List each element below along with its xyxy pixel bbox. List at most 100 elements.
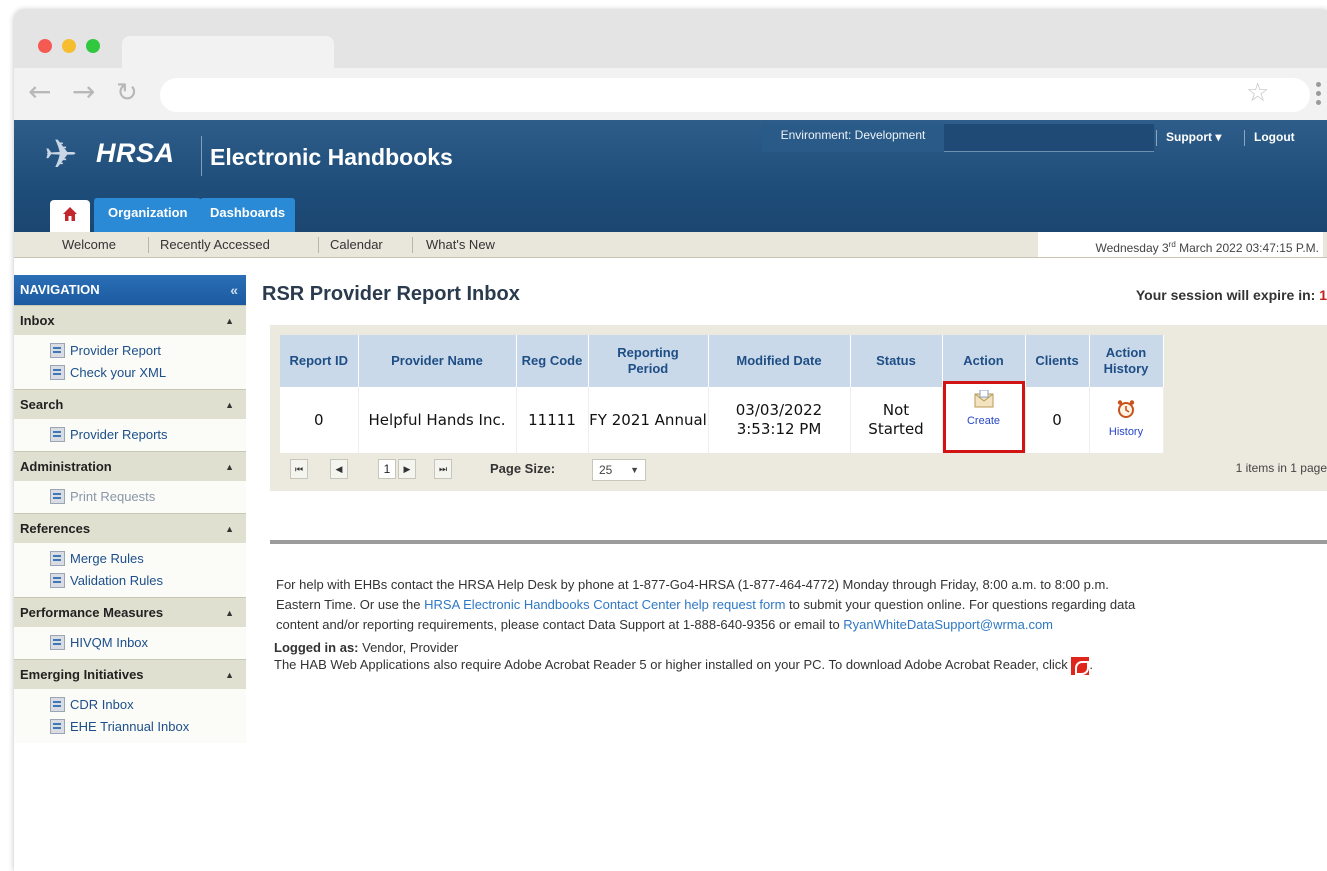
sidebar-item-provider-reports[interactable]: Provider Reports: [50, 425, 246, 447]
subnav-whats-new[interactable]: What's New: [426, 237, 495, 252]
section-links: CDR Inbox EHE Triannual Inbox: [14, 689, 246, 743]
document-icon: [50, 551, 65, 566]
sidebar-item-check-your-xml[interactable]: Check your XML: [50, 363, 246, 385]
subnav-welcome[interactable]: Welcome: [62, 237, 116, 252]
browser-menu-icon[interactable]: [1316, 82, 1322, 109]
maximize-window-button[interactable]: [86, 39, 100, 53]
acrobat-period: .: [1089, 657, 1093, 672]
current-page-number[interactable]: 1: [378, 459, 396, 479]
report-icon: [50, 489, 65, 504]
column-header-clients[interactable]: Clients: [1025, 335, 1090, 387]
next-page-button[interactable]: ▶: [398, 459, 416, 479]
section-links: Provider Reports: [14, 419, 246, 451]
subnav-divider: [148, 237, 149, 253]
column-header-modified-date[interactable]: Modified Date: [708, 335, 851, 387]
session-label: Your session will expire in:: [1135, 287, 1320, 303]
sidebar-section-administration[interactable]: Administration ▲: [14, 451, 246, 481]
session-timer: Your session will expire in: 1: [1136, 287, 1327, 303]
alarm-clock-icon: [1117, 399, 1135, 418]
date-ordinal: rd: [1168, 240, 1176, 249]
help-line: For help with EHBs contact the HRSA Help…: [276, 577, 1109, 592]
session-value: 1: [1319, 287, 1327, 303]
address-bar[interactable]: [160, 78, 1310, 112]
column-header-provider-name[interactable]: Provider Name: [358, 335, 517, 387]
help-text-part: content and/or reporting requirements, p…: [276, 617, 844, 632]
sidebar-section-inbox[interactable]: Inbox ▲: [14, 305, 246, 335]
browser-window: ← → ↻ ☆ ✈ HRSA Electronic Handbooks Envi…: [14, 10, 1327, 871]
collapse-sidebar-icon[interactable]: «: [230, 275, 238, 305]
sidebar-item-merge-rules[interactable]: Merge Rules: [50, 549, 246, 571]
subnav-recently-accessed[interactable]: Recently Accessed: [160, 237, 270, 252]
section-title: Emerging Initiatives: [20, 667, 144, 682]
page-size-select[interactable]: 25 ▼: [592, 459, 646, 481]
forward-arrow-icon[interactable]: →: [72, 78, 95, 106]
sidebar-item-cdr-inbox[interactable]: CDR Inbox: [50, 695, 246, 717]
data-support-email-link[interactable]: RyanWhiteDataSupport@wrma.com: [843, 617, 1053, 632]
column-header-report-id[interactable]: Report ID: [280, 335, 359, 387]
history-label: History: [1108, 425, 1144, 438]
report-icon: [50, 697, 65, 712]
help-text: For help with EHBs contact the HRSA Help…: [276, 575, 1327, 635]
bookmark-star-icon[interactable]: ☆: [1246, 80, 1269, 106]
browser-tab[interactable]: [122, 36, 334, 70]
adobe-pdf-icon[interactable]: [1071, 656, 1090, 675]
logo-divider: [201, 136, 202, 176]
report-grid: Report ID Provider Name Reg Code Reporti…: [270, 325, 1327, 491]
home-tab[interactable]: [50, 200, 90, 232]
sidebar-item-hivqm-inbox[interactable]: HIVQM Inbox: [50, 633, 246, 655]
app-header: ✈ HRSA Electronic Handbooks Environment:…: [14, 120, 1327, 232]
sidebar-title: NAVIGATION: [20, 282, 100, 297]
close-window-button[interactable]: [38, 39, 52, 53]
column-header-status[interactable]: Status: [850, 335, 943, 387]
create-action-button[interactable]: Create: [942, 381, 1025, 453]
sidebar-item-provider-report[interactable]: Provider Report: [50, 341, 246, 363]
sidebar-section-emerging-initiatives[interactable]: Emerging Initiatives ▲: [14, 659, 246, 689]
caret-up-icon: ▲: [225, 316, 234, 326]
report-icon: [50, 719, 65, 734]
tab-organization[interactable]: Organization: [94, 198, 202, 232]
acrobat-line: The HAB Web Applications also require Ad…: [274, 656, 1093, 675]
cell-reporting-period: FY 2021 Annual: [588, 387, 709, 453]
link-label: Check your XML: [70, 365, 167, 380]
tab-dashboards[interactable]: Dashboards: [200, 198, 296, 232]
caret-up-icon: ▲: [225, 462, 234, 472]
cell-action-history: History: [1089, 387, 1164, 453]
first-page-button[interactable]: ⏮: [290, 459, 308, 479]
sidebar-item-print-requests[interactable]: Print Requests: [50, 487, 246, 509]
subnav-calendar[interactable]: Calendar: [330, 237, 383, 252]
section-title: Search: [20, 397, 64, 412]
table-row: 0 Helpful Hands Inc. 11111 FY 2021 Annua…: [280, 381, 1164, 453]
back-arrow-icon[interactable]: ←: [28, 78, 51, 106]
login-info: Logged in as: Vendor, Provider The HAB W…: [274, 639, 1093, 675]
current-datetime: Wednesday 3rd March 2022 03:47:15 P.M.: [1038, 232, 1323, 257]
logged-in-user: Vendor, Provider: [358, 640, 459, 655]
sidebar-item-validation-rules[interactable]: Validation Rules: [50, 571, 246, 593]
subnav-divider: [318, 237, 319, 253]
sidebar-section-performance-measures[interactable]: Performance Measures ▲: [14, 597, 246, 627]
browser-toolbar: ← → ↻ ☆: [14, 68, 1327, 120]
caret-up-icon: ▲: [225, 524, 234, 534]
document-icon: [50, 573, 65, 588]
sidebar-item-ehe-triannual-inbox[interactable]: EHE Triannual Inbox: [50, 717, 246, 739]
support-menu[interactable]: Support ▾: [1166, 130, 1221, 144]
environment-field[interactable]: [944, 124, 1154, 152]
sidebar-section-references[interactable]: References ▲: [14, 513, 246, 543]
sidebar-section-search[interactable]: Search ▲: [14, 389, 246, 419]
help-request-form-link[interactable]: HRSA Electronic Handbooks Contact Center…: [424, 597, 785, 612]
logout-link[interactable]: Logout: [1254, 130, 1295, 144]
link-label: Print Requests: [70, 489, 156, 504]
cell-clients: 0: [1025, 387, 1090, 453]
last-page-button[interactable]: ⏭: [434, 459, 452, 479]
acrobat-text: The HAB Web Applications also require Ad…: [274, 657, 1072, 672]
prev-page-button[interactable]: ◀: [330, 459, 348, 479]
caret-up-icon: ▲: [225, 400, 234, 410]
main-content: RSR Provider Report Inbox Your session w…: [258, 275, 1327, 871]
link-label: Validation Rules: [70, 573, 163, 588]
column-header-reporting-period[interactable]: Reporting Period: [588, 335, 709, 387]
section-links: Print Requests: [14, 481, 246, 513]
history-button[interactable]: History: [1090, 399, 1163, 442]
column-header-reg-code[interactable]: Reg Code: [516, 335, 589, 387]
reload-icon[interactable]: ↻: [116, 80, 138, 106]
date-suffix: March 2022 03:47:15 P.M.: [1175, 241, 1319, 255]
minimize-window-button[interactable]: [62, 39, 76, 53]
